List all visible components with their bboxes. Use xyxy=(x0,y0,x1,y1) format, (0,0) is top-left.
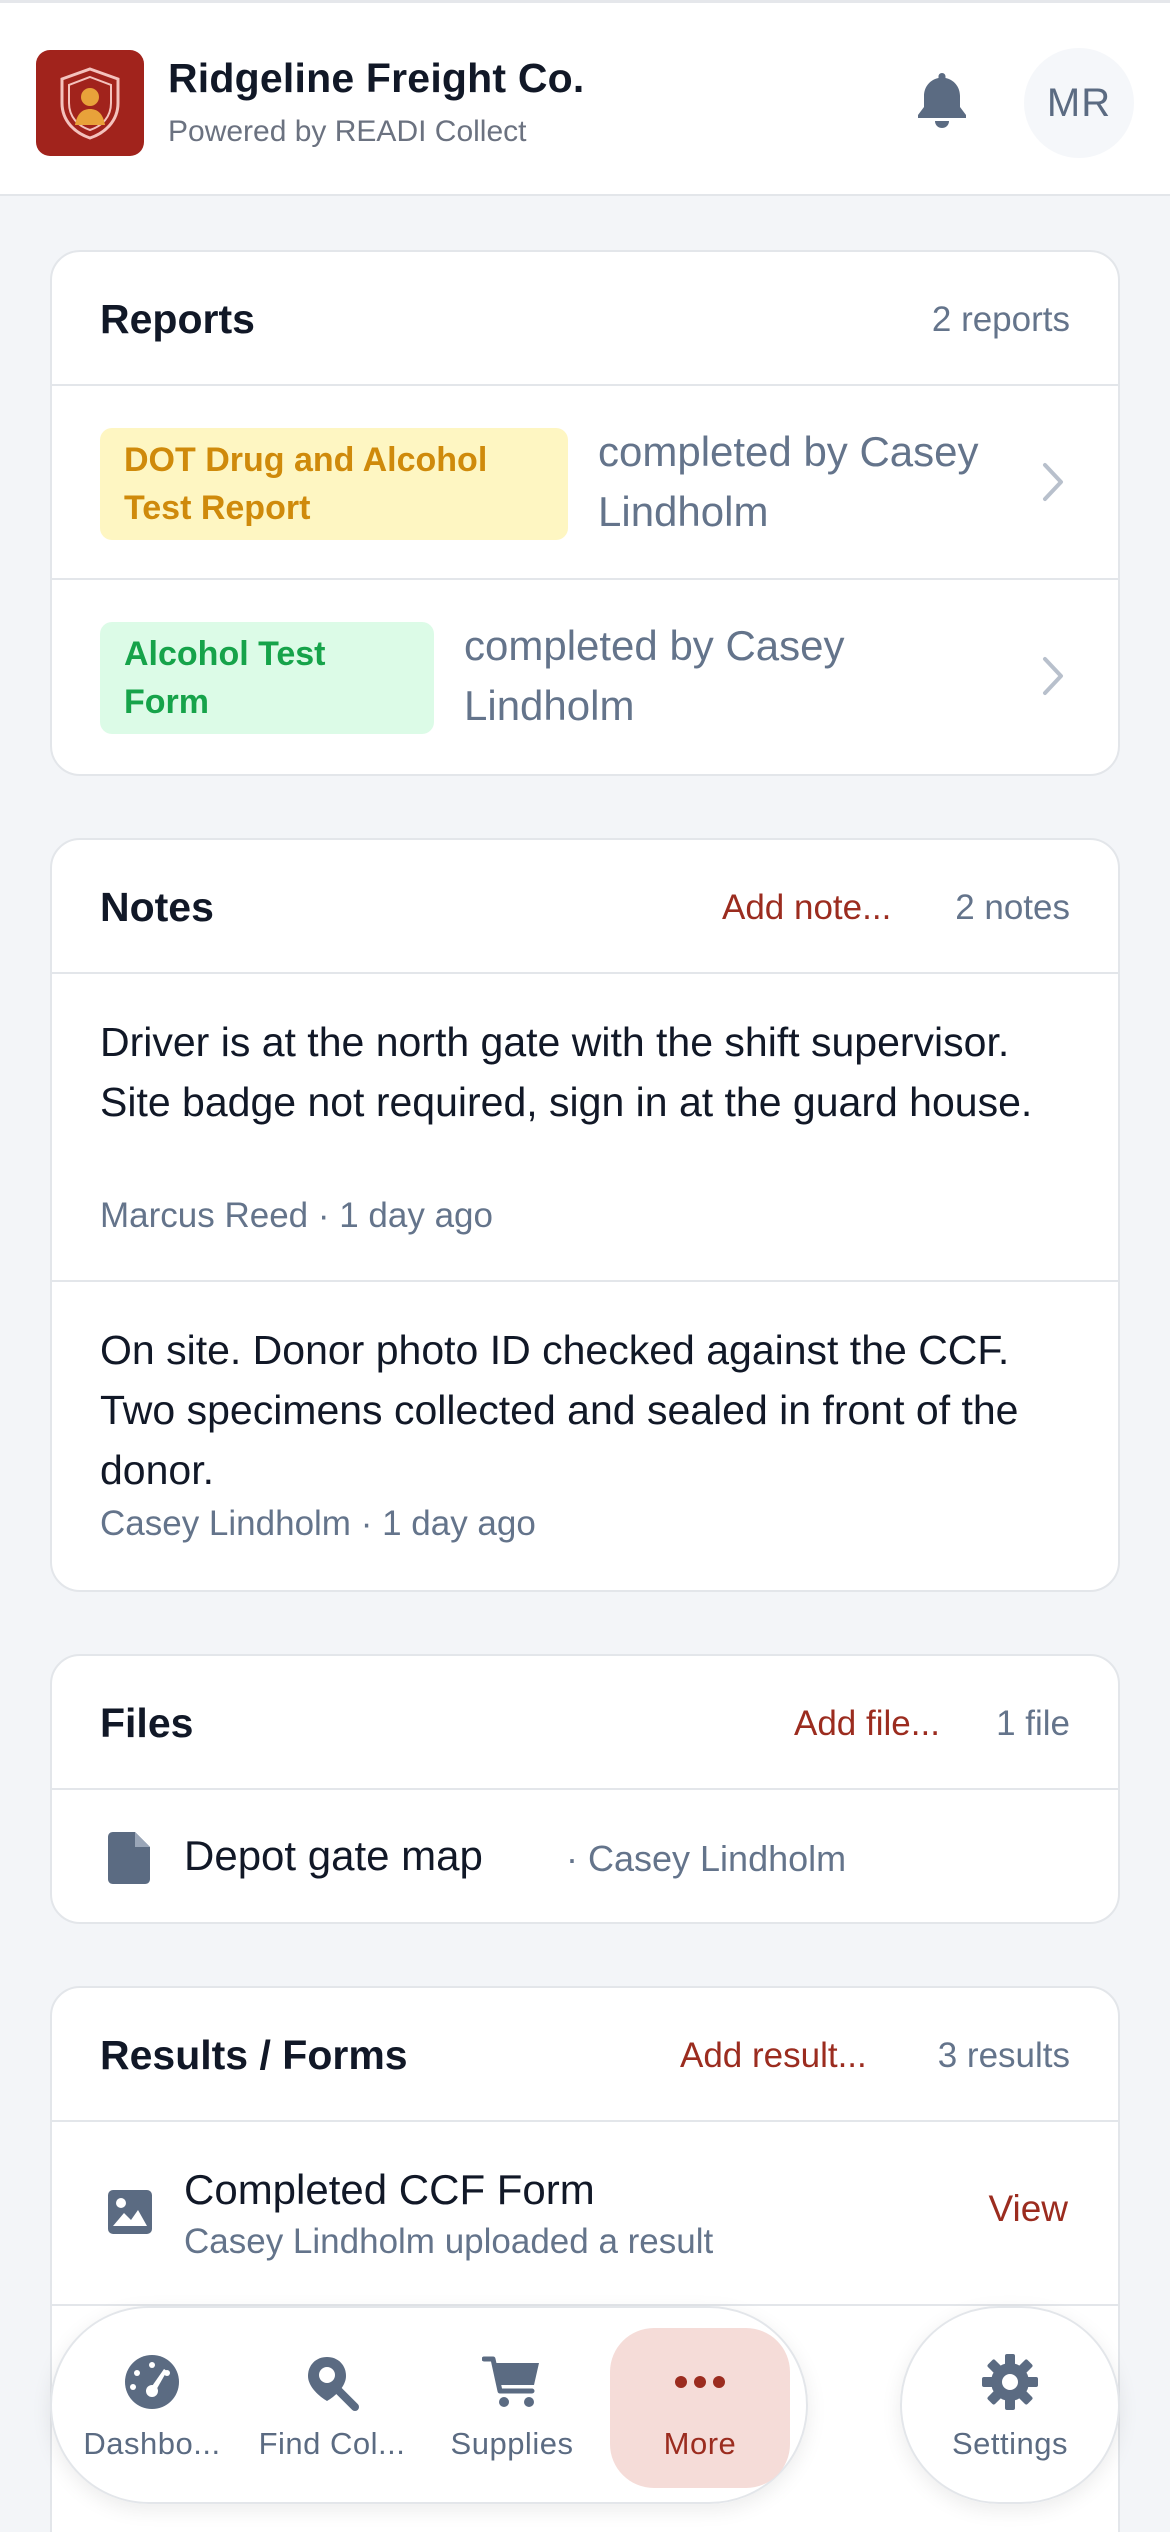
notes-card: Notes Add note... 2 notes Driver is at t… xyxy=(50,838,1120,1592)
image-icon xyxy=(108,2190,152,2234)
cart-icon xyxy=(480,2350,544,2414)
results-count: 3 results xyxy=(937,2036,1070,2075)
app-header: Ridgeline Freight Co. Powered by READI C… xyxy=(0,0,1170,196)
add-file-button[interactable]: Add file... xyxy=(794,1704,940,1744)
view-result-button[interactable]: View xyxy=(988,2188,1068,2230)
notes-header: Notes Add note... 2 notes xyxy=(52,840,1118,974)
user-avatar[interactable]: MR xyxy=(1024,48,1134,158)
speedometer-icon xyxy=(120,2350,184,2414)
nav-item-find-collectors[interactable]: Find Col... xyxy=(242,2328,422,2488)
files-count: 1 file xyxy=(996,1704,1070,1743)
add-note-button[interactable]: Add note... xyxy=(722,888,891,928)
report-type-badge: Alcohol Test Form xyxy=(100,622,434,734)
nav-label: Dashbo... xyxy=(83,2426,221,2461)
notes-title: Notes xyxy=(100,884,214,930)
reports-header: Reports 2 reports xyxy=(52,252,1118,386)
note-item: Driver is at the north gate with the shi… xyxy=(52,974,1118,1282)
map-search-icon xyxy=(300,2350,364,2414)
file-name: Depot gate map xyxy=(184,1832,483,1879)
gear-icon xyxy=(978,2350,1042,2414)
nav-label: More xyxy=(663,2426,737,2461)
note-meta: Casey Lindholm · 1 day ago xyxy=(100,1504,536,1543)
files-header: Files Add file... 1 file xyxy=(52,1656,1118,1790)
results-title: Results / Forms xyxy=(100,2032,408,2078)
report-completed-by: completed by Casey Lindholm xyxy=(464,622,845,729)
shield-person-icon xyxy=(60,67,120,140)
note-text: On site. Donor photo ID checked against … xyxy=(100,1327,1019,1493)
document-icon xyxy=(108,1832,150,1884)
result-item[interactable]: Completed CCF Form Casey Lindholm upload… xyxy=(52,2122,1118,2306)
note-meta: Marcus Reed · 1 day ago xyxy=(100,1196,493,1235)
nav-label: Supplies xyxy=(450,2426,574,2461)
note-item: On site. Donor photo ID checked against … xyxy=(52,1282,1118,1590)
results-header: Results / Forms Add result... 3 results xyxy=(52,1988,1118,2122)
chevron-right-icon xyxy=(1038,460,1068,504)
file-author: · Casey Lindholm xyxy=(566,1838,847,1879)
settings-label: Settings xyxy=(951,2426,1068,2461)
nav-item-more[interactable]: More xyxy=(610,2328,790,2488)
file-item[interactable]: Depot gate map · Casey Lindholm xyxy=(52,1790,1118,1922)
settings-button[interactable]: Settings xyxy=(900,2306,1120,2504)
bottom-nav: Dashbo... Find Col... Supplies More xyxy=(50,2306,808,2504)
reports-count: 2 reports xyxy=(931,300,1070,339)
reports-card: Reports 2 reports DOT Drug and Alcohol T… xyxy=(50,250,1120,776)
company-logo xyxy=(36,50,144,156)
nav-item-dashboard[interactable]: Dashbo... xyxy=(62,2328,242,2488)
app-title: Ridgeline Freight Co. xyxy=(168,55,585,101)
note-text: Driver is at the north gate with the shi… xyxy=(100,1019,1033,1125)
result-subtitle: Casey Lindholm uploaded a result xyxy=(184,2222,714,2261)
files-card: Files Add file... 1 file Depot gate map … xyxy=(50,1654,1120,1924)
report-row[interactable]: Alcohol Test Form completed by Casey Lin… xyxy=(52,580,1118,774)
report-row[interactable]: DOT Drug and Alcohol Test Report complet… xyxy=(52,386,1118,580)
result-title: Completed CCF Form xyxy=(184,2166,595,2213)
notes-count: 2 notes xyxy=(955,888,1070,927)
files-title: Files xyxy=(100,1700,194,1746)
reports-title: Reports xyxy=(100,296,255,342)
report-completed-by: completed by Casey Lindholm xyxy=(598,428,979,535)
more-dots-icon xyxy=(668,2350,732,2414)
add-result-button[interactable]: Add result... xyxy=(680,2036,867,2076)
app-subtitle: Powered by READI Collect xyxy=(168,115,527,148)
report-type-badge: DOT Drug and Alcohol Test Report xyxy=(100,428,568,540)
notifications-bell-icon[interactable] xyxy=(910,65,974,133)
nav-label: Find Col... xyxy=(258,2426,406,2461)
nav-item-supplies[interactable]: Supplies xyxy=(422,2328,602,2488)
chevron-right-icon xyxy=(1038,654,1068,698)
